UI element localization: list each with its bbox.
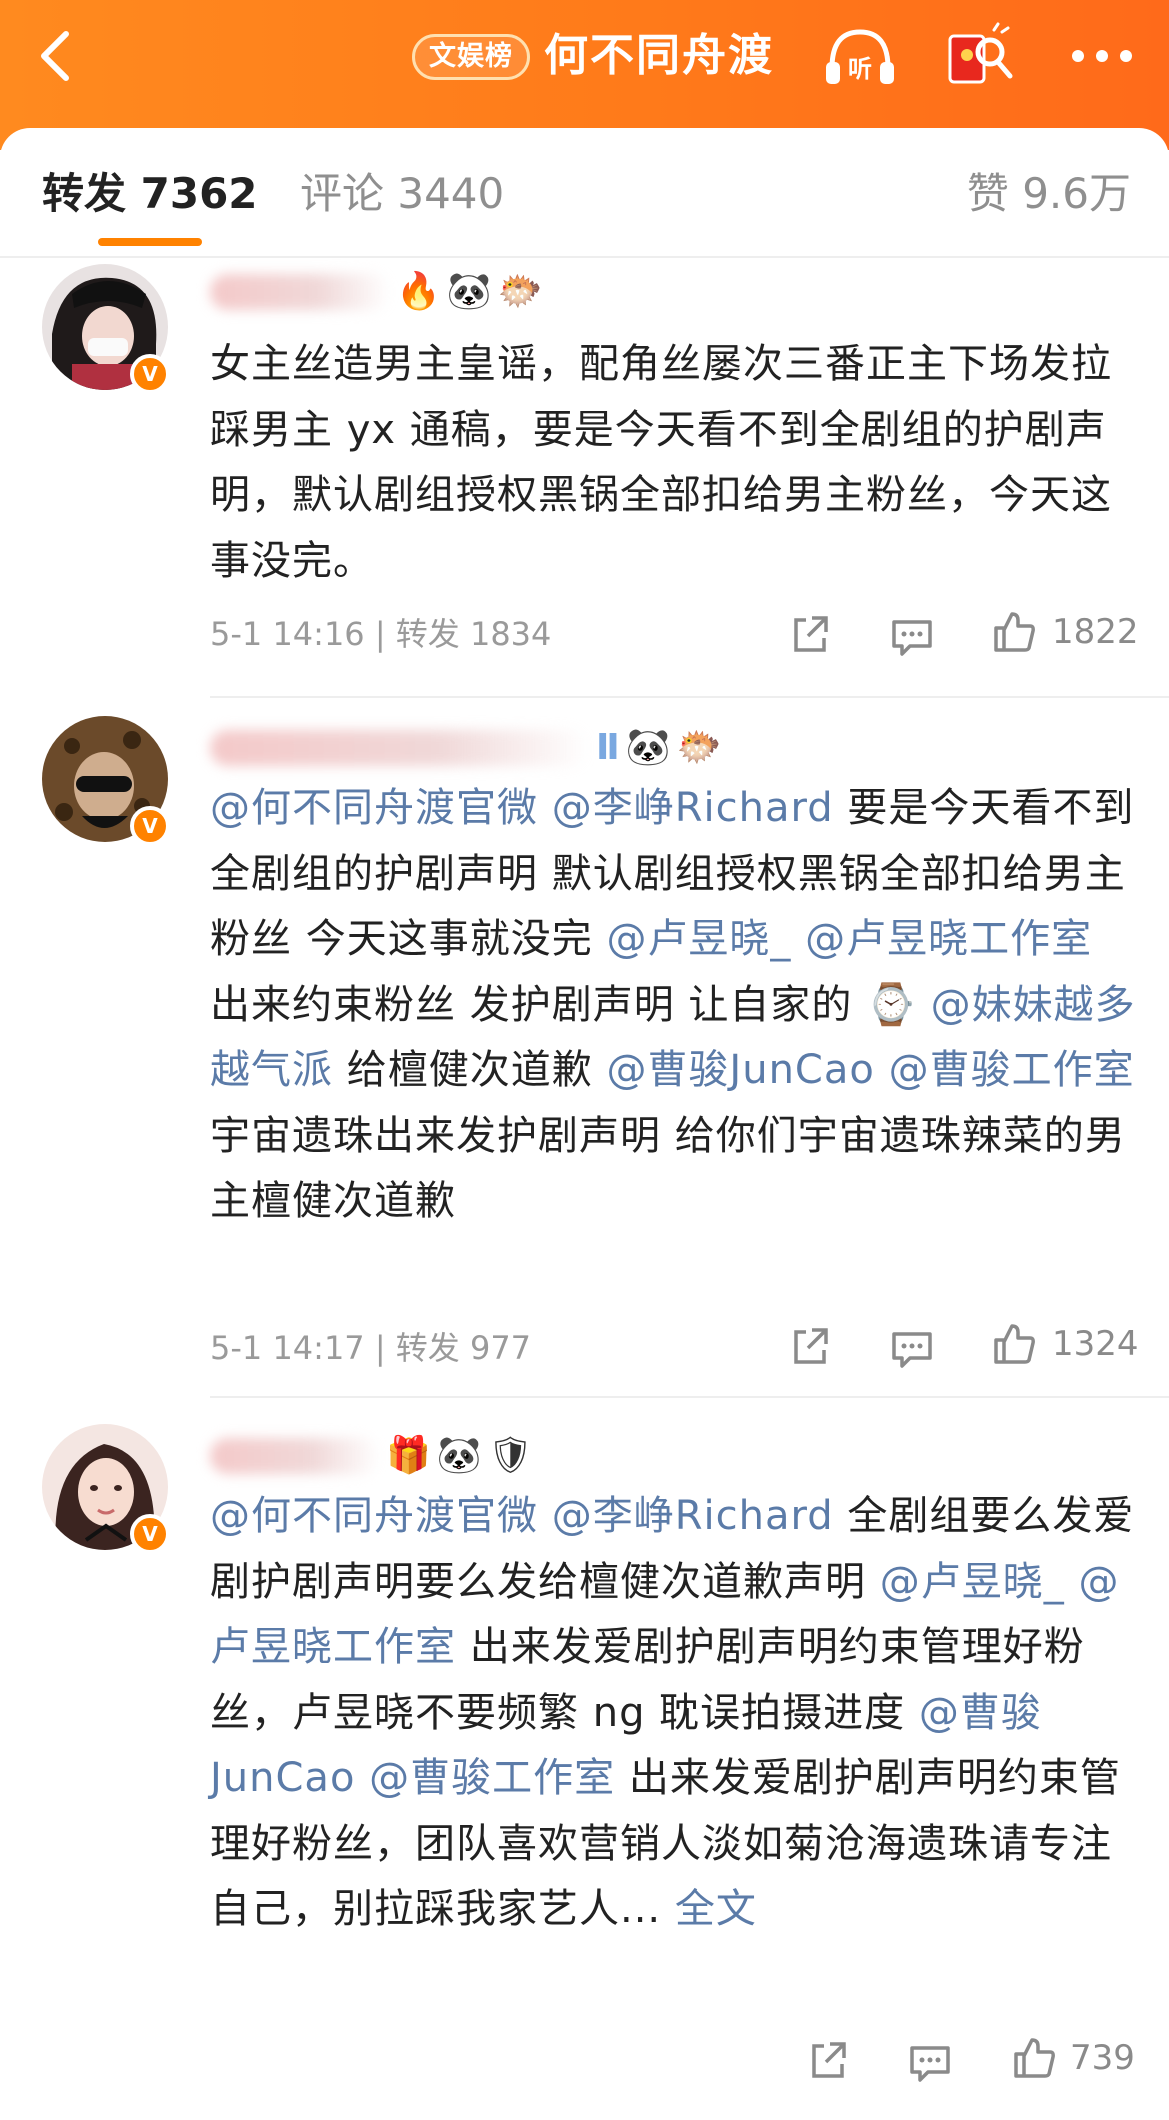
repost-item: V 🔥 🐼 🐡 女主丝造男主皇谣，配角丝屡次三番正主下场发拉踩男主 yx 通稿，… [0,258,1169,698]
mention-link[interactable]: @曹骏JunCao [606,1047,874,1093]
read-full-link[interactable]: 全文 [675,1886,757,1932]
repost-item: V 🎁 🐼 🛡 @何不同舟渡官微 @李峥Richard 全剧组要么发爱剧护剧声明… [0,1400,1169,2120]
listen-icon[interactable]: 听 [820,22,900,92]
comment-icon[interactable] [888,1324,936,1372]
tab-like[interactable]: 赞 9.6万 [967,166,1131,222]
comment-icon[interactable] [906,2038,954,2086]
level-badge-icon: Ⅱ [596,727,620,768]
divider [210,1396,1169,1398]
username-blurred[interactable] [210,274,390,310]
page-title: 何不同舟渡 [544,30,774,81]
gift-badge-icon: 🎁 [386,1435,431,1476]
repost-item: V Ⅱ 🐼 🐡 @何不同舟渡官微 @李峥Richard 要是今天看不到全剧组的护… [0,700,1169,1400]
like-count: 739 [1070,2038,1135,2078]
comment-text: 女主丝造男主皇谣，配角丝屡次三番正主下场发拉踩男主 yx 通稿，要是今天看不到全… [210,341,1112,584]
like-icon[interactable] [990,1320,1038,1368]
divider [210,696,1169,698]
username-row: 🔥 🐼 🐡 [210,264,542,320]
mention-link[interactable]: @曹骏工作室 [369,1755,615,1801]
back-icon[interactable] [28,26,88,86]
username-row: 🎁 🐼 🛡 [210,1428,533,1484]
mention-link[interactable]: @曹骏工作室 [889,1047,1135,1093]
shield-badge-icon: 🛡 [487,1435,534,1476]
comment-text-segment: 给檀健次道歉 [333,1047,607,1093]
like-count: 1324 [1052,1324,1139,1364]
comment-text-segment [355,1755,369,1801]
comment-text-segment [538,1493,552,1539]
verified-badge-icon: V [130,354,170,394]
comment-meta: 5-1 14:17 | 转发 977 [210,1329,532,1367]
comment-text-segment: 宇宙遗珠出来发护剧声明 给你们宇宙遗珠辣菜的男主檀健次道歉 [210,1112,1126,1225]
share-icon[interactable] [804,2036,852,2084]
more-icon[interactable] [1062,22,1142,92]
red-envelope-icon[interactable] [944,22,1024,92]
panda-badge-icon: 🐼 [446,271,492,312]
mention-link[interactable]: @李峥Richard [552,785,834,831]
verified-badge-icon: V [130,1514,170,1554]
like-icon[interactable] [1010,2034,1058,2082]
tab-repost[interactable]: 转发 7362 [42,166,258,222]
like-count: 1822 [1052,612,1139,652]
comment-text-segment [875,1047,889,1093]
active-tab-indicator [98,238,202,246]
comment-text-segment: 出来约束粉丝 发护剧声明 让自家的 ⌚ [210,981,931,1028]
like-icon[interactable] [990,608,1038,656]
mention-link[interactable]: @卢昱晓_ [880,1559,1065,1605]
fire-badge-icon: 🔥 [396,271,441,312]
comment-icon[interactable] [888,612,936,660]
share-icon[interactable] [786,1322,834,1370]
mention-link[interactable]: @卢昱晓工作室 [805,916,1092,962]
mention-link[interactable]: @何不同舟渡官微 [210,785,538,831]
comment-text: @何不同舟渡官微 @李峥Richard 全剧组要么发爱剧护剧声明要么发给檀健次道… [210,1484,1140,1943]
comment-text: @何不同舟渡官微 @李峥Richard 要是今天看不到全剧组的护剧声明 默认剧组… [210,776,1140,1235]
username-blurred[interactable] [210,1438,380,1474]
fish-badge-icon: 🐡 [676,727,722,768]
mention-link[interactable]: @李峥Richard [552,1493,834,1539]
comment-text-segment [1065,1559,1079,1605]
tab-bar: 转发 7362 评论 3440 赞 9.6万 [0,128,1169,258]
mention-link[interactable]: @何不同舟渡官微 [210,1493,538,1539]
mention-link[interactable]: @卢昱晓_ [606,916,791,962]
panda-badge-icon: 🐼 [625,727,671,768]
verified-badge-icon: V [130,806,170,846]
username-row: Ⅱ 🐼 🐡 [210,720,721,776]
comment-meta: 5-1 14:16 | 转发 1834 [210,615,552,653]
svg-text:听: 听 [848,55,872,83]
panda-badge-icon: 🐼 [436,1435,482,1476]
entertainment-rank-tag[interactable]: 文娱榜 [412,34,530,80]
comment-text-segment [538,785,552,831]
comment-text-segment [791,916,805,962]
tab-comment[interactable]: 评论 3440 [300,166,504,222]
fish-badge-icon: 🐡 [497,271,543,312]
share-icon[interactable] [786,610,834,658]
username-blurred[interactable] [210,730,590,766]
